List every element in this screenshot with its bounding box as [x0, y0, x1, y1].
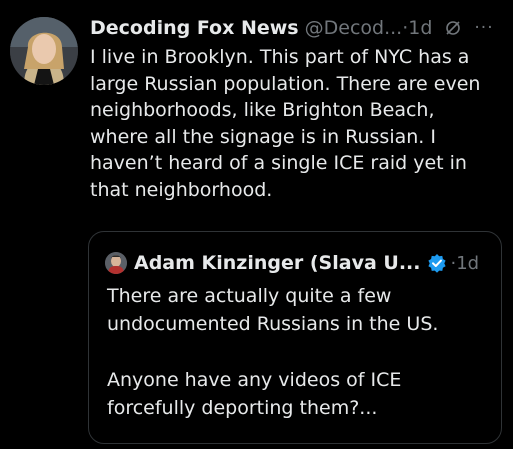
- quoted-tweet-timestamp[interactable]: ·1d: [450, 253, 479, 274]
- tweet-text-line: where all the signage is in Russian. I: [90, 125, 436, 148]
- quoted-text-line: undocumented Russians in the US.: [107, 313, 439, 335]
- avatar-image: [10, 17, 78, 85]
- tweet-text-line: large Russian population. There are even: [90, 72, 481, 95]
- verified-badge-icon: [427, 253, 447, 273]
- quoted-avatar-image: [105, 252, 127, 274]
- quoted-author-display-name[interactable]: Adam Kinzinger (Slava U...: [134, 252, 420, 274]
- tweet[interactable]: Decoding Fox News @Decod... ·1d ··· I li…: [0, 0, 513, 449]
- tweet-text-line: haven’t heard of a single ICE raid yet i…: [90, 152, 467, 174]
- quoted-author-avatar[interactable]: [105, 252, 127, 274]
- tweet-text-line: neighborhoods, like Brighton Beach,: [90, 99, 435, 121]
- paragraph-break: [107, 338, 492, 366]
- quoted-tweet-text: There are actually quite a few undocumen…: [107, 282, 492, 422]
- quoted-tweet[interactable]: Adam Kinzinger (Slava U... ·1d There are…: [88, 231, 502, 444]
- tweet-text-line: I live in Brooklyn. This part of NYC has…: [90, 46, 470, 68]
- quoted-text-line: Anyone have any videos of ICE: [107, 369, 402, 391]
- author-avatar[interactable]: [10, 17, 78, 85]
- author-display-name[interactable]: Decoding Fox News: [90, 17, 299, 39]
- author-handle[interactable]: @Decod...: [305, 17, 403, 39]
- quoted-text-line: forcefully deporting them?...: [107, 397, 378, 419]
- tweet-header: Decoding Fox News @Decod... ·1d ···: [90, 14, 510, 42]
- edited-icon[interactable]: [444, 19, 462, 37]
- tweet-text: I live in Brooklyn. This part of NYC has…: [90, 44, 505, 203]
- more-icon[interactable]: ···: [474, 18, 493, 38]
- quoted-tweet-header: Adam Kinzinger (Slava U... ·1d: [105, 248, 479, 278]
- tweet-text-line: that neighborhood.: [90, 178, 273, 201]
- quoted-text-line: There are actually quite a few: [107, 285, 392, 307]
- tweet-timestamp[interactable]: ·1d: [402, 17, 432, 39]
